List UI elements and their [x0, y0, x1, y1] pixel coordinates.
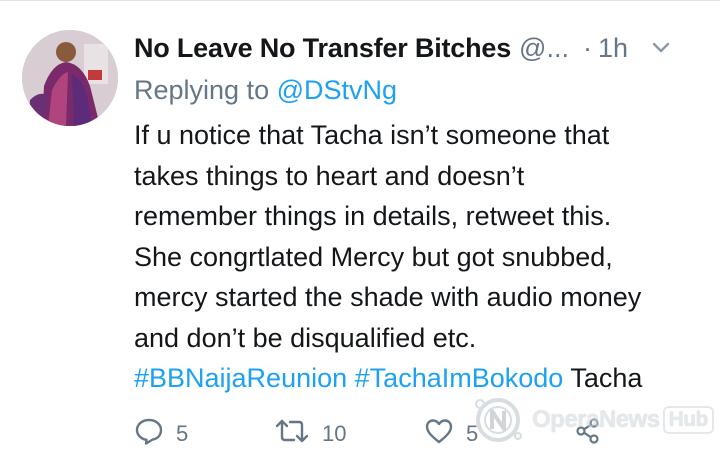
tweet-text-line: remember things in details, retweet this…: [134, 201, 612, 231]
display-name[interactable]: No Leave No Transfer Bitches: [134, 33, 511, 64]
retweet-button[interactable]: 10: [274, 414, 346, 454]
replying-to-label: Replying to: [134, 75, 277, 105]
tweet-text-line: If u notice that Tacha isn’t someone tha…: [134, 120, 610, 150]
comment-icon: [134, 417, 164, 451]
tweet-text-line: takes things to heart and doesn’t: [134, 160, 525, 191]
heart-icon: [424, 417, 454, 451]
tweet-text-line: and don’t be disqualified etc.: [134, 322, 477, 353]
tweet-text: If u notice that Tacha isn’t someone tha…: [134, 115, 704, 399]
chevron-down-icon[interactable]: [650, 37, 672, 59]
tweet[interactable]: No Leave No Transfer Bitches @... · 1h R…: [0, 0, 720, 465]
separator-dot: ·: [582, 32, 592, 63]
timestamp[interactable]: 1h: [598, 33, 628, 64]
replying-to: Replying to @DStvNg: [134, 71, 704, 109]
tweet-header: No Leave No Transfer Bitches @... · 1h: [134, 28, 704, 68]
retweet-count: 10: [322, 421, 347, 446]
watermark: OperaNews Hub: [470, 392, 714, 448]
trailing-text: Tacha: [570, 363, 643, 393]
user-handle[interactable]: @...: [519, 33, 569, 64]
watermark-hub: Hub: [662, 406, 714, 434]
tweet-text-line: mercy started the shade with audio money: [134, 282, 642, 312]
hashtag-link[interactable]: #BBNaijaReunion: [134, 363, 347, 393]
opera-news-logo-icon: [475, 398, 522, 442]
reply-button[interactable]: 5: [134, 414, 188, 454]
watermark-text: OperaNews Hub: [532, 406, 714, 434]
tweet-text-line: She congrtlated Mercy but got snubbed,: [134, 241, 613, 272]
hashtag-link[interactable]: #TachaImBokodo: [355, 363, 564, 393]
watermark-brand: OperaNews: [532, 406, 660, 433]
avatar-image: [22, 30, 118, 126]
divider: [0, 0, 720, 1]
retweet-icon: [274, 417, 310, 451]
replying-to-handle[interactable]: @DStvNg: [277, 75, 397, 105]
avatar[interactable]: [22, 30, 118, 126]
reply-count: 5: [176, 421, 189, 446]
tweet-content: No Leave No Transfer Bitches @... · 1h R…: [134, 28, 704, 399]
